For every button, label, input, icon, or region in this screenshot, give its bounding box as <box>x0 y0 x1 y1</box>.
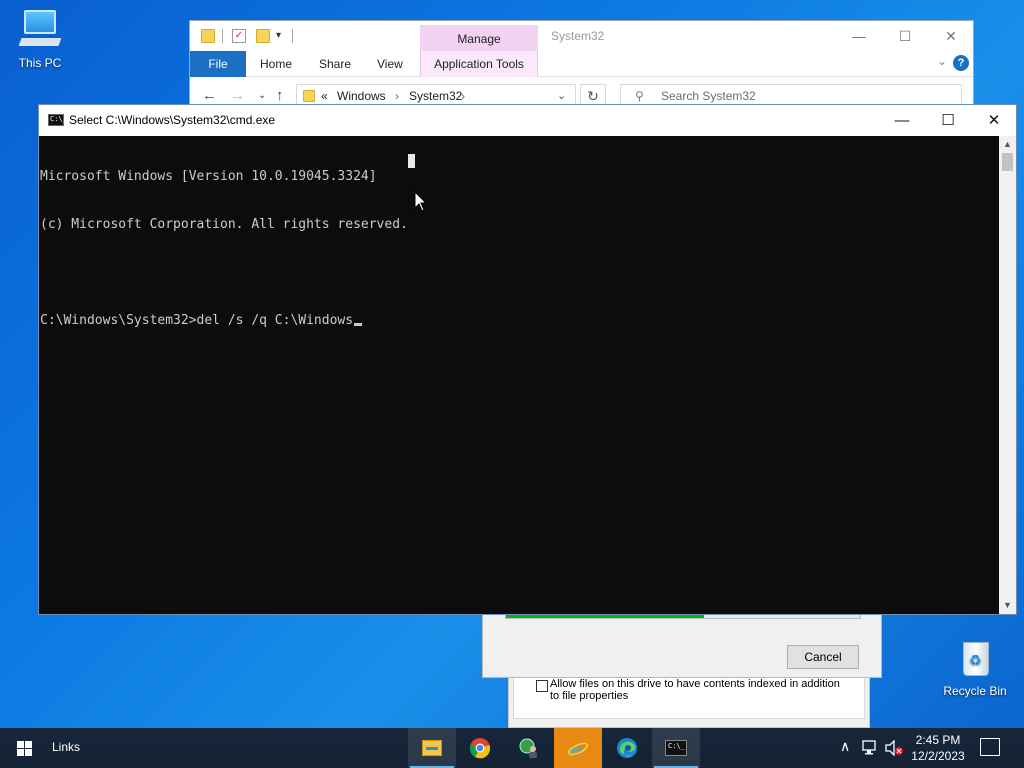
notification-center-icon[interactable] <box>980 738 1000 756</box>
customize-quick-access-icon[interactable]: ▾ <box>276 29 290 43</box>
scroll-down-icon[interactable]: ▼ <box>999 597 1016 614</box>
system-clock[interactable]: 2:45 PM 12/2/2023 <box>906 732 970 764</box>
tab-manage[interactable]: Manage <box>420 25 538 51</box>
up-arrow-icon[interactable]: ↑ <box>276 87 284 104</box>
taskbar: Links e C:\_ ∧ 2:45 PM 12/2/2023 <box>0 728 1024 768</box>
taskbar-command-prompt[interactable]: C:\_ <box>652 728 700 768</box>
index-contents-label: Allow files on this drive to have conten… <box>550 678 840 702</box>
window-title: Select C:\Windows\System32\cmd.exe <box>69 113 276 127</box>
back-arrow-icon[interactable]: ← <box>202 87 217 104</box>
text-cursor <box>354 323 363 326</box>
properties-panel: Allow files on this drive to have conten… <box>513 677 865 719</box>
forward-arrow-icon[interactable]: → <box>230 87 245 104</box>
help-icon[interactable]: ? <box>953 55 969 71</box>
tab-share[interactable]: Share <box>319 51 351 77</box>
search-placeholder: Search System32 <box>661 89 756 103</box>
file-explorer-window: ✓ ▾ Manage System32 — ☐ ✕ File Home Shar… <box>189 20 974 115</box>
file-explorer-icon <box>421 737 443 759</box>
cmd-titlebar[interactable]: C:\_ Select C:\Windows\System32\cmd.exe … <box>39 105 1016 136</box>
edge-icon <box>617 738 637 758</box>
command-prompt-icon: C:\_ <box>665 737 687 759</box>
breadcrumb-separator-icon: › <box>395 89 399 103</box>
recent-locations-icon[interactable]: ⌄ <box>258 90 266 101</box>
network-icon[interactable] <box>862 740 880 756</box>
breadcrumb-overflow[interactable]: « <box>321 89 328 103</box>
taskbar-internet-explorer[interactable]: e <box>554 728 602 768</box>
desktop-icon-label: This PC <box>18 56 62 70</box>
index-contents-checkbox[interactable] <box>536 680 548 692</box>
scroll-up-icon[interactable]: ▲ <box>999 136 1016 153</box>
desktop-icon-label: Recycle Bin <box>943 684 1007 698</box>
console-line: Microsoft Windows [Version 10.0.19045.33… <box>40 169 377 184</box>
new-folder-icon[interactable] <box>256 29 270 43</box>
chevron-down-icon[interactable]: ⌄ <box>937 54 947 68</box>
taskbar-file-explorer[interactable] <box>408 728 456 768</box>
minimize-button[interactable]: — <box>836 25 882 47</box>
maximize-button[interactable]: ☐ <box>925 105 971 136</box>
network-user-icon <box>519 738 537 758</box>
vertical-scrollbar[interactable]: ▲ ▼ <box>999 136 1016 614</box>
console-output[interactable]: Microsoft Windows [Version 10.0.19045.33… <box>39 136 1000 614</box>
divider <box>222 29 223 43</box>
taskbar-edge[interactable] <box>603 728 651 768</box>
progress-dialog: Cancel <box>482 610 882 678</box>
clock-date: 12/2/2023 <box>911 749 965 763</box>
breadcrumb-system32[interactable]: System32 <box>409 89 462 103</box>
command-prompt-window: C:\_ Select C:\Windows\System32\cmd.exe … <box>38 104 1017 615</box>
console-command: C:\Windows\System32>del /s /q C:\Windows <box>40 313 354 328</box>
links-toolbar[interactable]: Links <box>52 740 80 754</box>
show-hidden-icons-chevron-icon[interactable]: ∧ <box>840 738 850 755</box>
desktop-icon-this-pc[interactable]: This PC <box>2 8 78 70</box>
computer-icon <box>18 8 62 52</box>
start-button[interactable] <box>0 728 48 768</box>
tab-application-tools[interactable]: Application Tools <box>420 51 538 77</box>
tab-home[interactable]: Home <box>260 51 292 77</box>
ribbon-tabs: File Home Share View Application Tools ⌄… <box>190 51 973 77</box>
scroll-thumb[interactable] <box>1002 153 1013 171</box>
close-button[interactable]: ✕ <box>928 25 974 47</box>
breadcrumb-separator-icon: › <box>461 89 465 103</box>
selection-block <box>408 154 415 168</box>
taskbar-network-user[interactable] <box>505 728 553 768</box>
address-history-chevron-icon[interactable]: ⌄ <box>557 89 566 102</box>
folder-icon <box>201 29 215 43</box>
minimize-button[interactable]: — <box>879 105 925 136</box>
desktop-icon-recycle-bin[interactable]: ♻ Recycle Bin <box>936 636 1014 698</box>
breadcrumb-windows[interactable]: Windows <box>337 89 386 103</box>
recycle-bin-icon: ♻ <box>953 636 997 680</box>
drive-properties-window: Allow files on this drive to have conten… <box>508 676 870 728</box>
maximize-button[interactable]: ☐ <box>882 25 928 47</box>
console-line: (c) Microsoft Corporation. All rights re… <box>40 217 408 232</box>
folder-icon <box>303 90 315 102</box>
internet-explorer-icon: e <box>568 737 588 759</box>
close-button[interactable]: ✕ <box>971 105 1017 136</box>
cancel-button[interactable]: Cancel <box>787 645 859 669</box>
console-prompt-line: C:\Windows\System32>del /s /q C:\Windows <box>40 313 1000 329</box>
mouse-pointer-icon <box>414 191 428 212</box>
taskbar-chrome[interactable] <box>456 728 504 768</box>
command-prompt-icon: C:\_ <box>48 114 67 126</box>
explorer-titlebar: ✓ ▾ Manage System32 — ☐ ✕ <box>190 21 973 51</box>
tab-view[interactable]: View <box>377 51 403 77</box>
clock-time: 2:45 PM <box>915 733 961 747</box>
properties-icon[interactable]: ✓ <box>232 29 246 43</box>
volume-muted-icon[interactable] <box>884 740 904 756</box>
tab-file[interactable]: File <box>190 51 246 77</box>
window-title: System32 <box>551 29 605 43</box>
chrome-icon <box>469 738 491 759</box>
divider <box>292 29 293 43</box>
windows-logo-icon <box>17 741 32 756</box>
